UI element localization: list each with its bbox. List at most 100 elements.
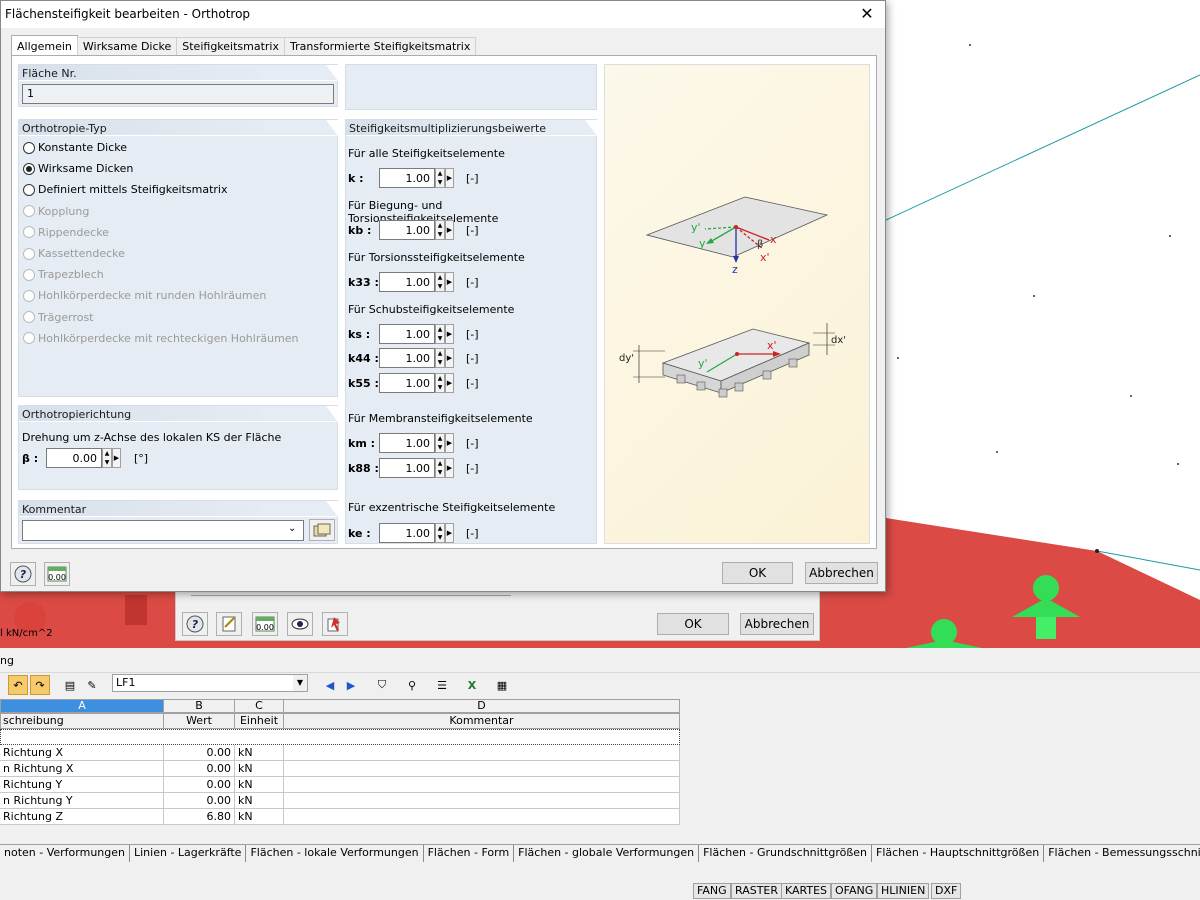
columns-icon[interactable]: ☰: [432, 675, 452, 695]
select-icon[interactable]: [322, 612, 348, 636]
table-cell-a[interactable]: Richtung X: [0, 745, 164, 761]
table-cell-c[interactable]: kN: [235, 745, 284, 761]
table-row[interactable]: Richtung X 0.00 kN: [0, 745, 680, 761]
tab-allgemein[interactable]: Allgemein: [11, 35, 78, 56]
spin-arrows[interactable]: ▲ ▼: [435, 272, 445, 292]
table-row[interactable]: Richtung Y 0.00 kN: [0, 777, 680, 793]
multiplier-value[interactable]: 1.00: [379, 272, 435, 292]
sheet-tab[interactable]: Flächen - Bemessungsschnittgrößen: [1044, 845, 1200, 862]
arrow-left-icon[interactable]: ◀: [320, 675, 340, 695]
multiplier-spinner[interactable]: 1.00 ▲ ▼ ▶: [379, 373, 454, 393]
table-cell-a[interactable]: n Richtung Y: [0, 793, 164, 809]
multiplier-value[interactable]: 1.00: [379, 220, 435, 240]
orthotropie-option[interactable]: Wirksame Dicken: [23, 162, 133, 175]
table-row[interactable]: n Richtung X 0.00 kN: [0, 761, 680, 777]
column-letter-b[interactable]: B: [163, 699, 235, 713]
view-icon[interactable]: [287, 612, 313, 636]
table-cell-b[interactable]: 0.00: [164, 745, 235, 761]
table-cell-c[interactable]: kN: [235, 777, 284, 793]
beta-pick-arrow[interactable]: ▶: [112, 448, 121, 468]
help-icon[interactable]: ?: [10, 562, 36, 586]
table-cell-c[interactable]: kN: [235, 793, 284, 809]
multiplier-spinner[interactable]: 1.00 ▲ ▼ ▶: [379, 220, 454, 240]
sheet-tab[interactable]: Flächen - Grundschnittgrößen: [699, 845, 872, 862]
tab-transformierte-steifigkeitsmatrix[interactable]: Transformierte Steifigkeitsmatrix: [284, 37, 477, 56]
spin-arrows[interactable]: ▲ ▼: [435, 433, 445, 453]
kommentar-input[interactable]: [22, 520, 304, 541]
units-icon[interactable]: 0.00: [44, 562, 70, 586]
radio-button[interactable]: [23, 183, 35, 196]
pick-arrow[interactable]: ▶: [445, 324, 454, 344]
spin-arrows[interactable]: ▲ ▼: [435, 348, 445, 368]
table-cell-d[interactable]: [284, 761, 680, 777]
multiplier-spinner[interactable]: 1.00 ▲ ▼ ▶: [379, 272, 454, 292]
status-kartes[interactable]: KARTES: [781, 883, 832, 899]
pick-arrow[interactable]: ▶: [445, 373, 454, 393]
status-ofang[interactable]: OFANG: [831, 883, 878, 899]
pick-arrow[interactable]: ▶: [445, 458, 454, 478]
column-letter-a[interactable]: A: [0, 699, 164, 713]
search-icon[interactable]: ⚲: [402, 675, 422, 695]
background-ok-button[interactable]: OK: [657, 613, 729, 635]
sheet-tab[interactable]: noten - Verformungen: [0, 845, 130, 862]
multiplier-spinner[interactable]: 1.00 ▲ ▼ ▶: [379, 433, 454, 453]
help-icon[interactable]: ?: [182, 612, 208, 636]
tab-steifigkeitsmatrix[interactable]: Steifigkeitsmatrix: [176, 37, 285, 56]
table-cell-d[interactable]: [284, 745, 680, 761]
multiplier-value[interactable]: 1.00: [379, 168, 435, 188]
filter-icon[interactable]: ⛉: [372, 675, 392, 695]
multiplier-value[interactable]: 1.00: [379, 348, 435, 368]
excel-icon[interactable]: X: [462, 675, 482, 695]
comment-library-icon[interactable]: [309, 519, 335, 541]
arrow-right-icon[interactable]: ▶: [341, 675, 361, 695]
multiplier-spinner[interactable]: 1.00 ▲ ▼ ▶: [379, 523, 454, 543]
table-cell-b[interactable]: 0.00: [164, 761, 235, 777]
orthotropie-option[interactable]: Konstante Dicke: [23, 141, 127, 154]
status-hlinien[interactable]: HLINIEN: [877, 883, 930, 899]
radio-button[interactable]: [23, 162, 35, 175]
pick-arrow[interactable]: ▶: [445, 168, 454, 188]
multiplier-spinner[interactable]: 1.00 ▲ ▼ ▶: [379, 324, 454, 344]
multiplier-value[interactable]: 1.00: [379, 324, 435, 344]
beta-spin-arrows[interactable]: ▲ ▼: [102, 448, 112, 468]
multiplier-value[interactable]: 1.00: [379, 458, 435, 478]
background-cancel-button[interactable]: Abbrechen: [740, 613, 814, 635]
table-cell-c[interactable]: kN: [235, 761, 284, 777]
sheet-tab[interactable]: Flächen - lokale Verformungen: [246, 845, 424, 862]
chevron-down-icon[interactable]: ▼: [293, 675, 307, 691]
tab-wirksame-dicke[interactable]: Wirksame Dicke: [76, 37, 178, 56]
table-row[interactable]: n Richtung Y 0.00 kN: [0, 793, 680, 809]
load-case-select[interactable]: LF1 ▼: [112, 674, 308, 692]
chevron-down-icon[interactable]: ⌄: [288, 523, 296, 534]
multiplier-value[interactable]: 1.00: [379, 433, 435, 453]
orthotropie-option[interactable]: Definiert mittels Steifigkeitsmatrix: [23, 183, 227, 196]
previous-table-icon[interactable]: ↶: [8, 675, 28, 695]
table-cell-a[interactable]: Richtung Z: [0, 809, 164, 825]
multiplier-value[interactable]: 1.00: [379, 373, 435, 393]
edit-icon[interactable]: [216, 612, 242, 636]
pick-arrow[interactable]: ▶: [445, 272, 454, 292]
table-icon[interactable]: ▤: [60, 675, 80, 695]
beta-spinner[interactable]: 0.00 ▲ ▼ ▶: [46, 448, 121, 468]
spin-arrows[interactable]: ▲ ▼: [435, 168, 445, 188]
table-cell-a[interactable]: Richtung Y: [0, 777, 164, 793]
spin-arrows[interactable]: ▲ ▼: [435, 324, 445, 344]
table-cell-b[interactable]: 6.80: [164, 809, 235, 825]
units-icon[interactable]: 0.00: [252, 612, 278, 636]
spin-arrows[interactable]: ▲ ▼: [435, 373, 445, 393]
edit-table-icon[interactable]: ✎: [82, 675, 102, 695]
column-letter-c[interactable]: C: [234, 699, 284, 713]
sheet-tab[interactable]: Flächen - Hauptschnittgrößen: [872, 845, 1045, 862]
table-cell-d[interactable]: [284, 809, 680, 825]
multiplier-spinner[interactable]: 1.00 ▲ ▼ ▶: [379, 348, 454, 368]
status-raster[interactable]: RASTER: [731, 883, 783, 899]
status-dxf[interactable]: DXF: [931, 883, 962, 899]
status-fang[interactable]: FANG: [693, 883, 731, 899]
table-cell-a[interactable]: n Richtung X: [0, 761, 164, 777]
multiplier-spinner[interactable]: 1.00 ▲ ▼ ▶: [379, 458, 454, 478]
table-cell-b[interactable]: 0.00: [164, 793, 235, 809]
sheet-tab[interactable]: Linien - Lagerkräfte: [130, 845, 247, 862]
calculator-icon[interactable]: ▦: [492, 675, 512, 695]
pick-arrow[interactable]: ▶: [445, 348, 454, 368]
cancel-button[interactable]: Abbrechen: [805, 562, 878, 584]
